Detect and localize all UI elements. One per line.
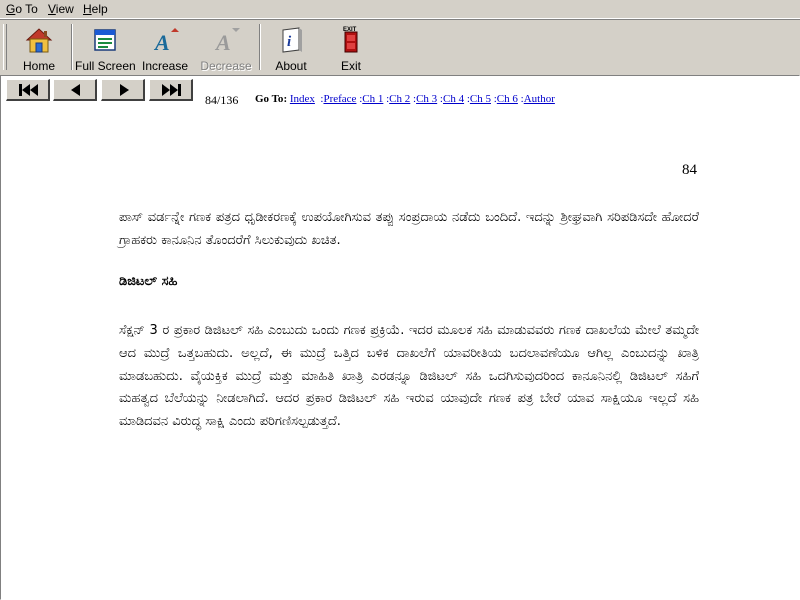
svg-text:EXIT: EXIT (343, 27, 357, 33)
link-ch1[interactable]: Ch 1 (362, 93, 383, 105)
link-ch3[interactable]: Ch 3 (416, 93, 437, 105)
font-increase-icon: A (153, 28, 179, 54)
next-page-button[interactable] (101, 79, 145, 101)
home-button[interactable]: Home (11, 23, 67, 73)
toolbar: Home Full Screen A Increase A Decrease i… (0, 19, 800, 76)
fullscreen-label: Full Screen (75, 59, 136, 73)
menu-goto[interactable]: Go To (6, 2, 38, 16)
last-page-button[interactable] (149, 79, 193, 101)
paragraph-2: ಸೆಕ್ಷನ್ 3 ರ ಪ್ರಕಾರ ಡಿಜಿಟಲ್ ಸಹಿ ಎಂಬುದು ಒಂ… (119, 323, 699, 430)
page-number: 84 (682, 162, 697, 178)
menu-bar: Go To View Help (0, 0, 800, 19)
decrease-font-button[interactable]: A Decrease (199, 23, 253, 73)
toolbar-grip[interactable] (3, 24, 7, 70)
home-icon (25, 28, 53, 53)
decrease-label: Decrease (200, 59, 252, 73)
increase-font-button[interactable]: A Increase (139, 23, 191, 73)
about-label: About (275, 59, 307, 73)
toolbar-separator (71, 24, 73, 70)
goto-links: Go To: Index :Preface :Ch 1 :Ch 2 :Ch 3 … (255, 93, 555, 105)
menu-view[interactable]: View (48, 2, 74, 16)
last-page-icon (162, 84, 181, 96)
link-ch4[interactable]: Ch 4 (443, 93, 464, 105)
home-label: Home (22, 59, 55, 73)
svg-text:A: A (214, 30, 231, 54)
info-icon: i (282, 27, 302, 53)
menu-help[interactable]: Help (83, 2, 108, 16)
prev-page-icon (71, 84, 80, 96)
link-ch5[interactable]: Ch 5 (470, 93, 491, 105)
exit-label: Exit (340, 59, 361, 73)
exit-door-icon: EXIT (343, 27, 358, 53)
fullscreen-button[interactable]: Full Screen (75, 23, 136, 73)
exit-button[interactable]: EXIT Exit (327, 23, 375, 73)
paragraph-1: ಪಾಸ್ ವರ್ಡನ್ನೇ ಗಣಕ ಪತ್ರದ ಧೃಡೀಕರಣಕ್ಕೆ ಉಪಯೋ… (119, 210, 699, 248)
svg-text:A: A (153, 30, 170, 54)
first-page-icon (19, 84, 38, 96)
prev-page-button[interactable] (53, 79, 97, 101)
next-page-icon (120, 84, 129, 96)
font-decrease-icon: A (214, 28, 240, 54)
section-heading: ಡಿಜಿಟಲ್ ಸಹಿ (119, 274, 178, 289)
increase-label: Increase (141, 59, 189, 73)
about-button[interactable]: i About (267, 23, 315, 73)
window-icon (94, 29, 116, 51)
goto-label: Go To (255, 93, 284, 105)
document-view[interactable]: 84/136 Go To: Index :Preface :Ch 1 :Ch 2… (0, 75, 800, 600)
first-page-button[interactable] (6, 79, 50, 101)
toolbar-separator (259, 24, 261, 70)
link-index[interactable]: Index (290, 93, 315, 105)
page-counter: 84/136 (205, 93, 239, 107)
link-ch6[interactable]: Ch 6 (497, 93, 518, 105)
link-ch2[interactable]: Ch 2 (389, 93, 410, 105)
link-preface[interactable]: Preface (323, 93, 356, 105)
link-author[interactable]: Author (524, 93, 555, 105)
